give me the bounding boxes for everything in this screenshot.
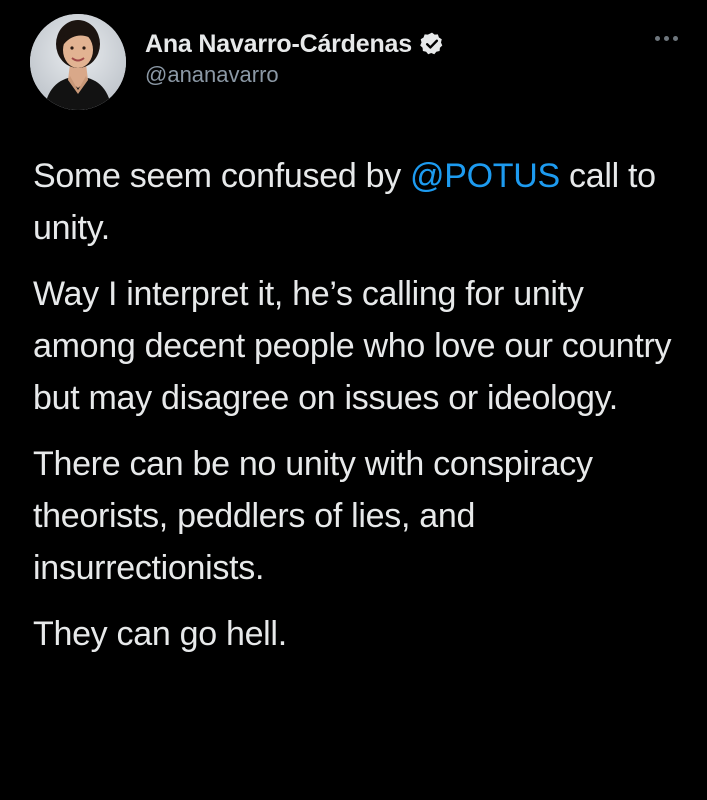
author-info: Ana Navarro-Cárdenas @ananavarro	[145, 28, 445, 88]
tweet-paragraph-1: Some seem confused by @POTUS call to uni…	[33, 150, 683, 254]
text-segment: Some seem confused by	[33, 157, 411, 195]
author-handle[interactable]: @ananavarro	[145, 62, 445, 88]
dot	[672, 35, 678, 41]
tweet-paragraph-2: Way I interpret it, he’s calling for uni…	[33, 275, 672, 417]
tweet: Ana Navarro-Cárdenas @ananavarro Some se…	[0, 0, 707, 800]
tweet-paragraph-3: There can be no unity with conspiracy th…	[33, 445, 593, 587]
tweet-paragraph-4: They can go hell.	[33, 615, 287, 653]
tweet-text: Some seem confused by @POTUS call to uni…	[33, 150, 683, 674]
mention-link[interactable]: @POTUS	[410, 157, 560, 195]
tweet-header: Ana Navarro-Cárdenas @ananavarro	[30, 14, 680, 110]
avatar[interactable]	[30, 14, 126, 110]
avatar-photo-icon	[30, 14, 126, 110]
name-row: Ana Navarro-Cárdenas	[145, 28, 445, 60]
dot	[654, 35, 660, 41]
author-display-name[interactable]: Ana Navarro-Cárdenas	[145, 30, 412, 59]
dot	[663, 35, 669, 41]
more-options-icon[interactable]	[646, 26, 686, 50]
verified-badge-icon	[419, 31, 445, 57]
